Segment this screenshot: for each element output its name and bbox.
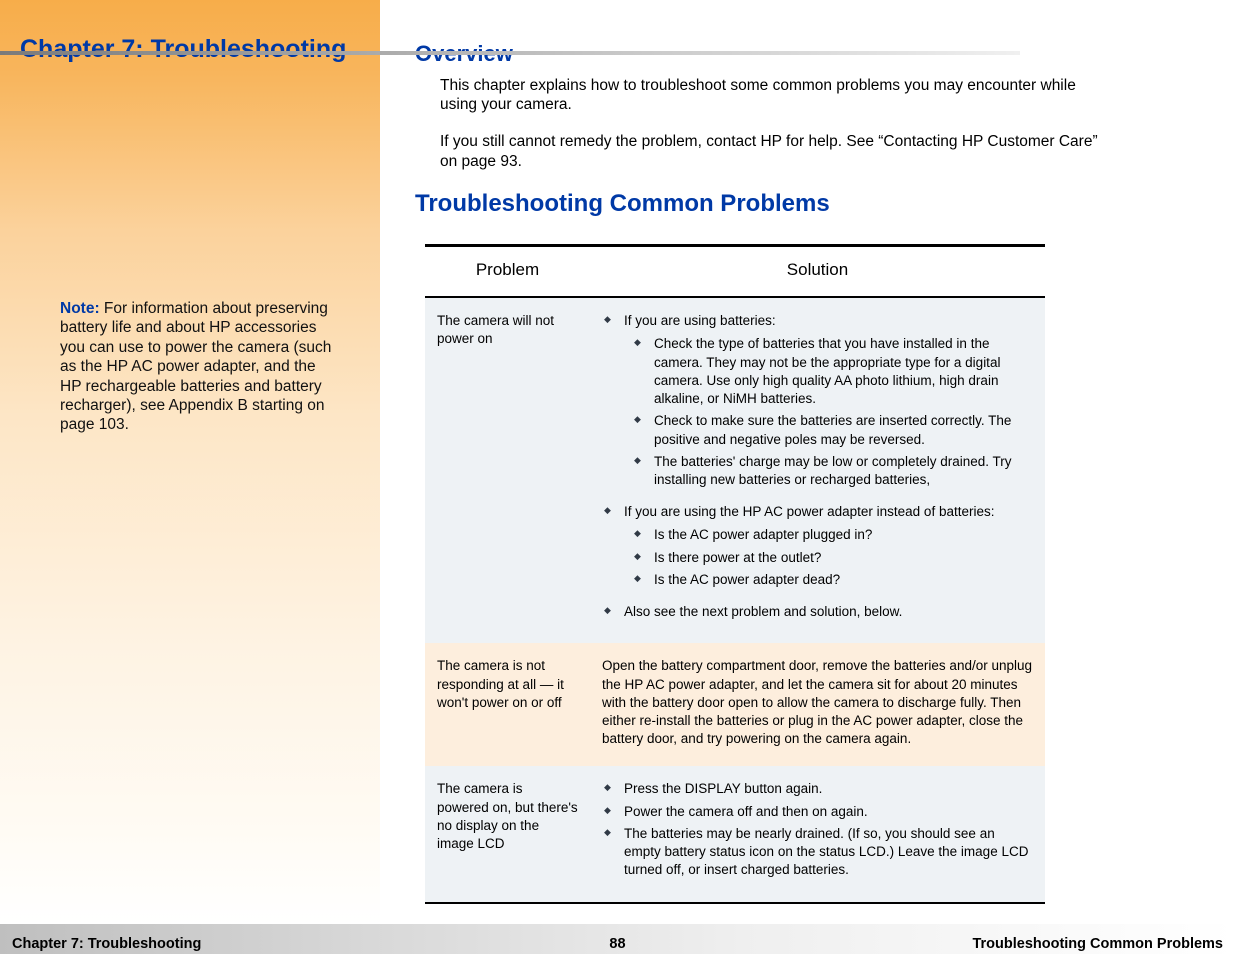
solution-cell: If you are using batteries: Check the ty… bbox=[590, 297, 1045, 643]
list-item: Check to make sure the batteries are ins… bbox=[632, 412, 1033, 448]
sidebar: Chapter 7: Troubleshooting Note: For inf… bbox=[0, 0, 380, 924]
list-item: Press the DISPLAY button again. bbox=[602, 780, 1033, 798]
list-item: If you are using the HP AC power adapter… bbox=[602, 503, 1033, 589]
list-item: If you are using batteries: Check the ty… bbox=[602, 312, 1033, 489]
list-item: The batteries may be nearly drained. (If… bbox=[602, 825, 1033, 880]
sidebar-inner: Chapter 7: Troubleshooting Note: For inf… bbox=[0, 0, 380, 455]
footer-left: Chapter 7: Troubleshooting bbox=[12, 936, 201, 954]
list-item: Also see the next problem and solution, … bbox=[602, 603, 1033, 621]
list-item: Is the AC power adapter dead? bbox=[632, 571, 1033, 589]
solution-cell: Press the DISPLAY button again. Power th… bbox=[590, 766, 1045, 902]
problem-cell: The camera is not responding at all — it… bbox=[425, 643, 590, 766]
th-solution: Solution bbox=[590, 246, 1045, 298]
trouble-table: Problem Solution The camera will not pow… bbox=[425, 244, 1045, 904]
solution-list: If you are using the HP AC power adapter… bbox=[602, 503, 1033, 589]
troubleshoot-heading: Troubleshooting Common Problems bbox=[415, 189, 1115, 219]
table-header-row: Problem Solution bbox=[425, 246, 1045, 298]
overview-p2: If you still cannot remedy the problem, … bbox=[440, 132, 1115, 171]
list-item: The batteries' charge may be low or comp… bbox=[632, 453, 1033, 489]
overview-text: This chapter explains how to troubleshoo… bbox=[440, 76, 1115, 172]
th-problem: Problem bbox=[425, 246, 590, 298]
solution-list: Also see the next problem and solution, … bbox=[602, 603, 1033, 621]
table-row: The camera is powered on, but there's no… bbox=[425, 766, 1045, 902]
note-text: For information about preserving battery… bbox=[60, 300, 331, 433]
problem-cell: The camera will not power on bbox=[425, 297, 590, 643]
list-item: Power the camera off and then on again. bbox=[602, 803, 1033, 821]
solution-sublist: Check the type of batteries that you hav… bbox=[632, 335, 1033, 489]
note-box: Note: For information about preserving b… bbox=[20, 299, 360, 435]
solution-sublist: Is the AC power adapter plugged in? Is t… bbox=[632, 526, 1033, 589]
page-footer: Chapter 7: Troubleshooting 88 Troublesho… bbox=[0, 924, 1235, 954]
list-text: If you are using batteries: bbox=[624, 313, 776, 328]
footer-right: Troubleshooting Common Problems bbox=[972, 936, 1223, 954]
chapter-rule bbox=[0, 51, 1020, 55]
list-item: Check the type of batteries that you hav… bbox=[632, 335, 1033, 408]
chapter-title: Chapter 7: Troubleshooting bbox=[20, 20, 360, 74]
main-content: Overview This chapter explains how to tr… bbox=[380, 0, 1235, 924]
list-text: If you are using the HP AC power adapter… bbox=[624, 504, 994, 519]
table-row: The camera is not responding at all — it… bbox=[425, 643, 1045, 766]
footer-page: 88 bbox=[609, 936, 625, 952]
problem-cell: The camera is powered on, but there's no… bbox=[425, 766, 590, 902]
overview-p1: This chapter explains how to troubleshoo… bbox=[440, 76, 1115, 115]
list-item: Is the AC power adapter plugged in? bbox=[632, 526, 1033, 544]
page: Chapter 7: Troubleshooting Note: For inf… bbox=[0, 0, 1235, 954]
solution-list: If you are using batteries: Check the ty… bbox=[602, 312, 1033, 489]
solution-cell: Open the battery compartment door, remov… bbox=[590, 643, 1045, 766]
page-body: Chapter 7: Troubleshooting Note: For inf… bbox=[0, 0, 1235, 924]
note-label: Note: bbox=[60, 300, 100, 317]
list-item: Is there power at the outlet? bbox=[632, 549, 1033, 567]
table-row: The camera will not power on If you are … bbox=[425, 297, 1045, 643]
solution-list: Press the DISPLAY button again. Power th… bbox=[602, 780, 1033, 879]
